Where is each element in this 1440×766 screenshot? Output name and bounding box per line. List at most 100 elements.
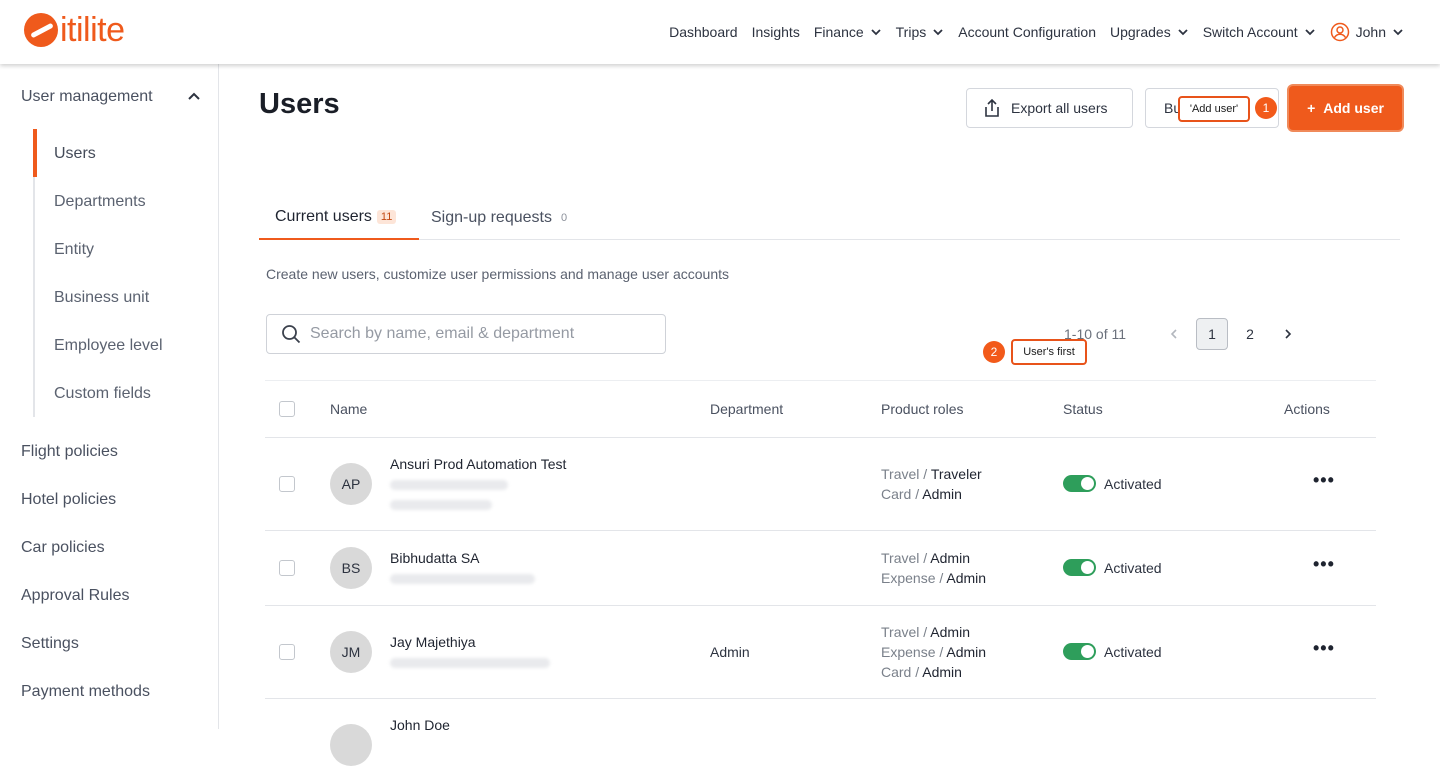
- sidebar-item-custom-fields[interactable]: Custom fields: [54, 385, 151, 403]
- status-label: Activated: [1104, 475, 1162, 492]
- add-user-label: Add user: [1323, 100, 1384, 116]
- sidebar-item-employee-level[interactable]: Employee level: [54, 337, 163, 355]
- role-value: Admin: [922, 486, 962, 502]
- itilite-logo[interactable]: itilite: [24, 13, 125, 47]
- role-product: Travel: [881, 550, 920, 566]
- tab-current-users[interactable]: Current users 11: [259, 196, 419, 240]
- status-toggle[interactable]: [1063, 643, 1096, 660]
- chevron-right-icon: [1285, 329, 1292, 339]
- role-value: Admin: [922, 664, 962, 680]
- status-toggle[interactable]: [1063, 559, 1096, 576]
- select-all-checkbox[interactable]: [279, 401, 295, 417]
- nav-account-configuration[interactable]: Account Configuration: [958, 24, 1096, 40]
- signup-requests-count-badge: 0: [560, 212, 568, 224]
- sidebar-item-approval-rules[interactable]: Approval Rules: [21, 587, 130, 605]
- nav-insights[interactable]: Insights: [752, 24, 800, 40]
- nav-dashboard-label: Dashboard: [669, 24, 738, 40]
- export-icon: [985, 98, 999, 117]
- export-all-users-button[interactable]: Export all users: [966, 88, 1133, 128]
- status-label: Activated: [1104, 559, 1162, 576]
- status-toggle[interactable]: [1063, 475, 1096, 492]
- sidebar-item-car-policies[interactable]: Car policies: [21, 539, 105, 557]
- avatar: AP: [330, 463, 372, 505]
- sidebar-item-settings[interactable]: Settings: [21, 635, 79, 653]
- nav-finance[interactable]: Finance: [814, 24, 882, 40]
- more-actions-icon[interactable]: •••: [1313, 470, 1335, 491]
- chevron-down-icon: [1393, 29, 1403, 36]
- callout-step-1: 1: [1255, 97, 1277, 119]
- avatar: BS: [330, 547, 372, 589]
- chevron-down-icon: [1178, 29, 1188, 36]
- user-avatar-icon: [1330, 22, 1349, 42]
- next-page-button[interactable]: [1272, 318, 1304, 350]
- user-tabs: Current users 11 Sign-up requests 0: [259, 196, 1400, 240]
- sidebar-item-payment-methods[interactable]: Payment methods: [21, 683, 150, 701]
- redacted-detail: [390, 658, 550, 668]
- chevron-up-icon: [188, 92, 200, 100]
- sidebar-item-users[interactable]: Users: [54, 145, 96, 163]
- header-name: Name: [330, 401, 368, 417]
- role-product: Expense: [881, 644, 936, 660]
- avatar: [330, 724, 372, 766]
- nav-insights-label: Insights: [751, 24, 800, 40]
- chevron-left-icon: [1170, 329, 1177, 339]
- table-row[interactable]: JM Jay Majethiya Admin Travel / Admin Ex…: [265, 606, 1376, 699]
- callout-users-first: User's first: [1011, 339, 1087, 365]
- status-cell: Activated: [1063, 475, 1162, 492]
- nav-upgrades[interactable]: Upgrades: [1110, 24, 1189, 40]
- table-row[interactable]: BS Bibhudatta SA Travel / Admin Expense …: [265, 531, 1376, 606]
- role-product: Card: [881, 664, 912, 680]
- product-roles: Travel / Traveler Card / Admin: [881, 466, 982, 502]
- user-name[interactable]: Ansuri Prod Automation Test: [390, 456, 566, 472]
- more-actions-icon[interactable]: •••: [1313, 554, 1335, 575]
- row-checkbox[interactable]: [279, 476, 295, 492]
- nav-user-menu[interactable]: John: [1330, 22, 1404, 42]
- page-1-button[interactable]: 1: [1196, 318, 1229, 350]
- nav-switch-account-label: Switch Account: [1202, 24, 1298, 40]
- sidebar-item-departments[interactable]: Departments: [54, 193, 146, 211]
- table-row[interactable]: John Doe: [265, 699, 1376, 766]
- export-label: Export all users: [1011, 100, 1108, 116]
- user-name[interactable]: Bibhudatta SA: [390, 550, 480, 566]
- tab-signup-requests[interactable]: Sign-up requests 0: [431, 196, 571, 240]
- page-2-button[interactable]: 2: [1234, 318, 1266, 350]
- role-value: Admin: [930, 550, 970, 566]
- sidebar-item-business-unit[interactable]: Business unit: [54, 289, 149, 307]
- nav-trips-label: Trips: [895, 24, 927, 40]
- table-row[interactable]: AP Ansuri Prod Automation Test Travel / …: [265, 438, 1376, 531]
- status-cell: Activated: [1063, 559, 1162, 576]
- user-name[interactable]: Jay Majethiya: [390, 634, 476, 650]
- search-input[interactable]: [310, 325, 650, 343]
- row-checkbox[interactable]: [279, 644, 295, 660]
- table-header: Name Department Product roles Status Act…: [265, 380, 1376, 438]
- role-product: Travel: [881, 466, 920, 482]
- search-icon: [282, 325, 301, 344]
- more-actions-icon[interactable]: •••: [1313, 638, 1335, 659]
- role-value: Admin: [946, 570, 987, 586]
- sidebar-item-hotel-policies[interactable]: Hotel policies: [21, 491, 116, 509]
- add-user-button[interactable]: + Add user: [1289, 86, 1402, 130]
- header-actions: Actions: [1284, 401, 1330, 417]
- page-title: Users: [259, 88, 340, 120]
- role-product: Travel: [881, 624, 920, 640]
- plus-icon: +: [1307, 100, 1316, 116]
- chevron-down-icon: [933, 29, 943, 36]
- users-table: Name Department Product roles Status Act…: [265, 380, 1376, 766]
- redacted-detail: [390, 574, 535, 584]
- role-value: Admin: [930, 624, 970, 640]
- top-navbar: itilite Dashboard Insights Finance Trips…: [0, 0, 1440, 64]
- sidebar-item-entity[interactable]: Entity: [54, 241, 94, 259]
- sidebar-group-user-management[interactable]: User management: [21, 88, 201, 106]
- plane-logo-icon: [24, 13, 58, 47]
- user-name[interactable]: John Doe: [390, 717, 450, 733]
- prev-page-button[interactable]: [1158, 318, 1190, 350]
- row-checkbox[interactable]: [279, 560, 295, 576]
- sidebar: User management Users Departments Entity…: [0, 64, 219, 729]
- sidebar-item-flight-policies[interactable]: Flight policies: [21, 443, 118, 461]
- nav-dashboard[interactable]: Dashboard: [669, 24, 738, 40]
- product-roles: Travel / Admin Expense / Admin Card / Ad…: [881, 624, 987, 680]
- sidebar-group-label: User management: [21, 88, 153, 105]
- nav-switch-account[interactable]: Switch Account: [1203, 24, 1316, 40]
- search-box: [266, 314, 666, 354]
- nav-trips[interactable]: Trips: [896, 24, 945, 40]
